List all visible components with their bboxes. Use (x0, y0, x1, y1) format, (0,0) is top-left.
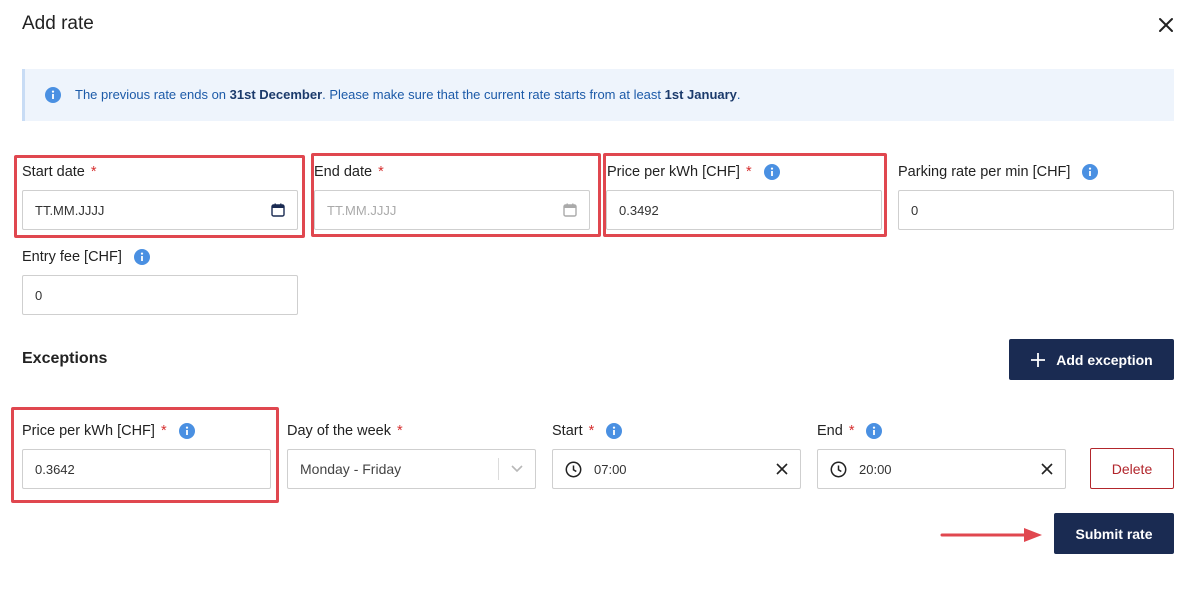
exception-start-label-text: Start (552, 423, 583, 439)
entry-fee-label-text: Entry fee [CHF] (22, 249, 122, 265)
info-icon[interactable] (178, 423, 195, 439)
delete-label: Delete (1111, 460, 1153, 477)
required-mark: * (378, 164, 384, 180)
info-icon[interactable] (606, 423, 623, 439)
submit-rate-button[interactable]: Submit rate (1054, 513, 1174, 554)
entry-fee-value: 0 (35, 287, 43, 303)
exception-end-label-text: End (817, 423, 843, 439)
day-of-week-select[interactable]: Monday - Friday (287, 449, 536, 489)
required-mark: * (396, 423, 403, 439)
start-date-input[interactable]: TT.MM.JJJJ (22, 190, 298, 230)
day-of-week-label: Day of the week * (287, 421, 403, 441)
select-separator (498, 458, 499, 480)
end-date-label: End date * (314, 162, 384, 182)
info-icon[interactable] (763, 164, 780, 180)
required-mark: * (745, 164, 752, 180)
add-exception-button[interactable]: Add exception (1009, 339, 1174, 380)
required-mark: * (90, 164, 97, 180)
banner-start-date: 1st January (664, 87, 737, 102)
day-of-week-label-text: Day of the week (287, 423, 391, 439)
exception-price-label-text: Price per kWh [CHF] (22, 423, 155, 439)
price-kwh-value: 0.3492 (619, 202, 659, 218)
exception-start-value: 07:00 (594, 461, 627, 477)
banner-text-prefix: The previous rate ends on (75, 87, 230, 102)
exception-start-input[interactable]: 07:00 (552, 449, 801, 489)
exception-price-input[interactable]: 0.3642 (22, 449, 271, 489)
required-mark: * (160, 423, 167, 439)
entry-fee-input[interactable]: 0 (22, 275, 298, 315)
price-kwh-input[interactable]: 0.3492 (606, 190, 882, 230)
banner-end-date: 31st December (229, 87, 323, 102)
calendar-icon[interactable] (563, 203, 577, 217)
info-banner: The previous rate ends on 31st December.… (22, 69, 1174, 121)
clock-icon (830, 461, 847, 477)
entry-fee-label: Entry fee [CHF] (22, 247, 150, 267)
clear-icon[interactable] (1041, 463, 1053, 475)
end-date-label-text: End date (314, 164, 373, 180)
parking-rate-value: 0 (911, 202, 919, 218)
plus-icon (1031, 352, 1046, 367)
exception-end-input[interactable]: 20:00 (817, 449, 1066, 489)
banner-text: The previous rate ends on 31st December.… (75, 87, 741, 102)
exception-price-label: Price per kWh [CHF] * (22, 421, 195, 441)
submit-rate-label: Submit rate (1075, 525, 1153, 542)
parking-rate-label: Parking rate per min [CHF] (898, 162, 1099, 182)
info-icon[interactable] (866, 423, 883, 439)
clear-icon[interactable] (776, 463, 788, 475)
banner-text-suffix: . (736, 87, 741, 102)
delete-exception-button[interactable]: Delete (1090, 448, 1174, 489)
calendar-icon[interactable] (271, 203, 285, 217)
parking-rate-input[interactable]: 0 (898, 190, 1174, 230)
exception-end-value: 20:00 (859, 461, 892, 477)
day-of-week-value: Monday - Friday (300, 461, 402, 477)
exception-end-label: End * (817, 421, 883, 441)
close-icon[interactable] (1155, 14, 1177, 36)
start-date-placeholder: TT.MM.JJJJ (35, 202, 105, 218)
add-exception-label: Add exception (1056, 351, 1153, 368)
dialog-title: Add rate (22, 13, 94, 34)
info-icon[interactable] (1082, 164, 1099, 180)
banner-text-middle: . Please make sure that the current rate… (322, 87, 665, 102)
price-kwh-label: Price per kWh [CHF] * (607, 162, 780, 182)
start-date-label: Start date * (22, 162, 97, 182)
parking-rate-label-text: Parking rate per min [CHF] (898, 164, 1071, 180)
exceptions-title: Exceptions (22, 350, 108, 367)
end-date-placeholder: TT.MM.JJJJ (327, 202, 397, 218)
clock-icon (565, 461, 582, 477)
exception-start-label: Start * (552, 421, 623, 441)
info-icon[interactable] (133, 249, 150, 265)
end-date-input[interactable]: TT.MM.JJJJ (314, 190, 590, 230)
start-date-label-text: Start date (22, 164, 85, 180)
required-mark: * (848, 423, 855, 439)
arrow-annotation (940, 528, 1042, 542)
info-icon (45, 87, 61, 103)
exception-price-value: 0.3642 (35, 461, 75, 477)
required-mark: * (588, 423, 595, 439)
chevron-down-icon[interactable] (511, 464, 523, 474)
price-kwh-label-text: Price per kWh [CHF] (607, 164, 740, 180)
